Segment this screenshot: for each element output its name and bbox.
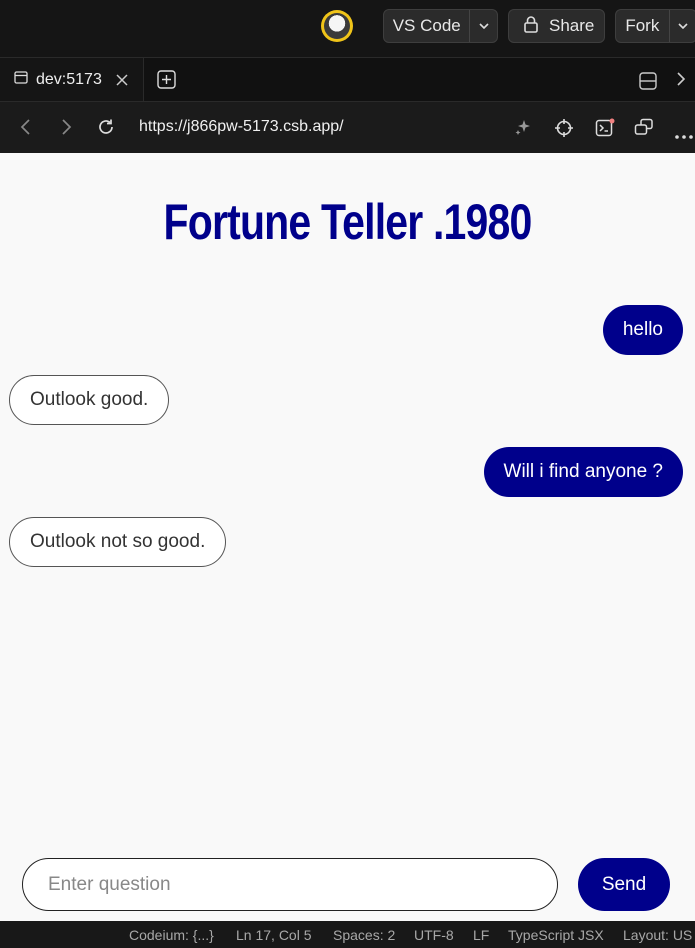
avatar-image (324, 13, 350, 39)
status-spaces[interactable]: Spaces: 2 (333, 927, 395, 943)
status-cursor-position[interactable]: Ln 17, Col 5 (236, 927, 312, 943)
forward-icon[interactable] (60, 118, 72, 141)
status-codeium[interactable]: Codeium: {...} (129, 927, 214, 943)
top-bar: VS Code Share Fork (0, 0, 695, 57)
reload-icon[interactable] (97, 118, 115, 141)
status-bar: Codeium: {...} Ln 17, Col 5 Spaces: 2 UT… (0, 921, 695, 948)
bot-message: Outlook not so good. (9, 517, 227, 567)
tab-strip: dev:5173 (0, 57, 695, 102)
popout-icon[interactable] (634, 118, 654, 141)
status-encoding[interactable]: UTF-8 (414, 927, 454, 943)
vscode-button[interactable]: VS Code (383, 9, 498, 43)
more-icon[interactable] (675, 126, 693, 144)
url-field[interactable]: https://j866pw-5173.csb.app/ (139, 118, 344, 136)
share-label: Share (549, 16, 595, 35)
fork-button[interactable]: Fork (615, 9, 695, 43)
user-message: Will i find anyone ? (483, 447, 683, 497)
chevron-down-icon[interactable] (670, 23, 695, 29)
back-icon[interactable] (20, 118, 32, 141)
avatar[interactable] (321, 10, 353, 42)
tab-dev[interactable]: dev:5173 (0, 58, 144, 102)
split-view-icon[interactable] (639, 72, 657, 95)
terminal-icon[interactable] (595, 118, 615, 143)
browser-tab-icon (14, 71, 28, 89)
send-button[interactable]: Send (578, 858, 670, 911)
lock-icon (523, 15, 539, 38)
close-icon[interactable] (116, 70, 128, 91)
share-button[interactable]: Share (508, 9, 605, 43)
new-tab-icon[interactable] (157, 70, 176, 94)
address-bar: https://j866pw-5173.csb.app/ (0, 101, 695, 153)
status-eol[interactable]: LF (473, 927, 489, 943)
tab-label: dev:5173 (36, 71, 102, 88)
status-layout[interactable]: Layout: US (623, 927, 692, 943)
question-input[interactable] (22, 858, 558, 911)
fork-label: Fork (625, 16, 660, 35)
user-message: hello (602, 305, 683, 355)
app-viewport: Fortune Teller .1980 hello Outlook good.… (0, 153, 695, 921)
page-title: Fortune Teller .1980 (163, 194, 533, 250)
bot-message: Outlook good. (9, 375, 170, 425)
status-language[interactable]: TypeScript JSX (508, 927, 604, 943)
sparkle-icon[interactable] (514, 118, 532, 141)
chevron-right-icon[interactable] (676, 71, 686, 92)
vscode-label: VS Code (392, 16, 461, 35)
crosshair-icon[interactable] (554, 118, 574, 143)
chevron-down-icon[interactable] (470, 23, 497, 29)
